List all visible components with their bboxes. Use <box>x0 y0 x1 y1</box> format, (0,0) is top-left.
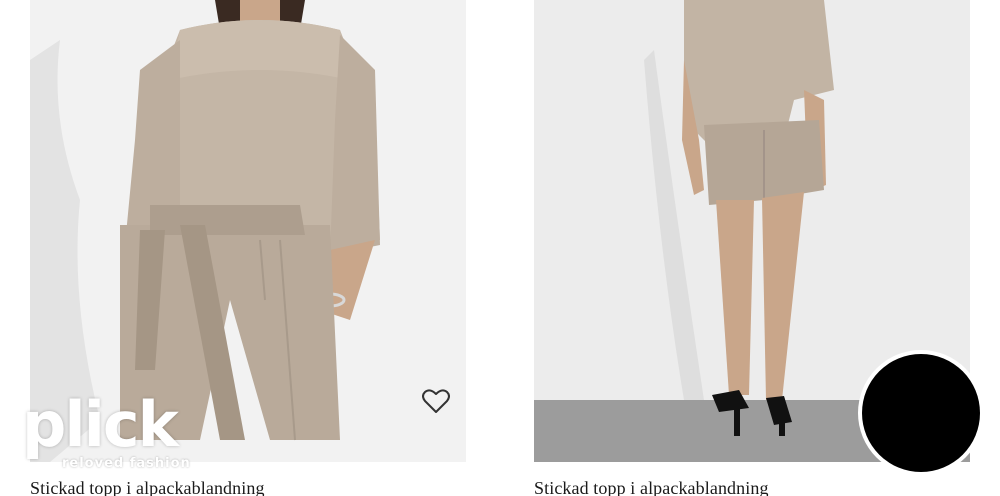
heart-outline-icon <box>422 389 450 413</box>
plick-watermark: plick reloved fashion <box>22 394 202 478</box>
product-title-2[interactable]: Stickad topp i alpackablandning <box>534 478 769 496</box>
plick-tagline: reloved fashion <box>62 456 191 471</box>
product-grid: Stickad topp i alpackablandning Stickad … <box>0 0 1000 496</box>
product-title-1[interactable]: Stickad topp i alpackablandning <box>30 478 265 496</box>
favorite-button[interactable] <box>422 388 450 414</box>
overlay-circle[interactable] <box>862 354 980 472</box>
plick-logo: plick <box>22 388 179 461</box>
